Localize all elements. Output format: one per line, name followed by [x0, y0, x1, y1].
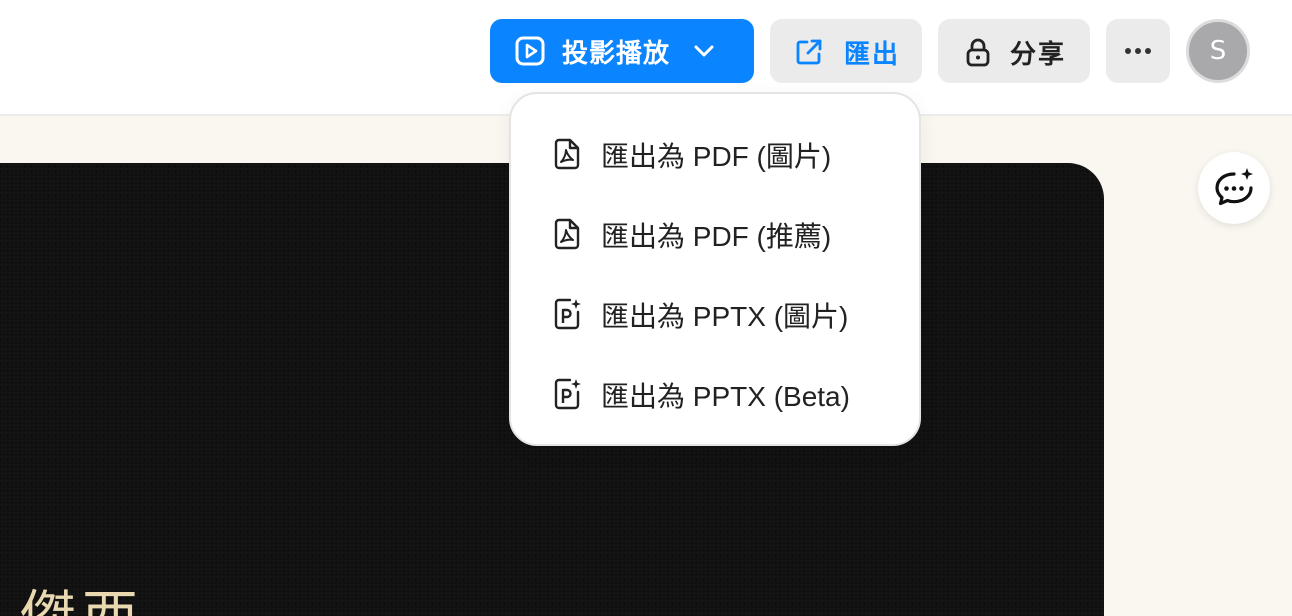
share-button[interactable]: 分享: [938, 19, 1090, 83]
menu-item-export-pptx-image[interactable]: 匯出為 PPTX (圖片): [511, 281, 919, 343]
pptx-file-icon: [554, 378, 581, 410]
chevron-down-icon[interactable]: [692, 39, 716, 63]
slide-title-text: 傑西: [20, 590, 144, 616]
lock-icon: [966, 38, 990, 67]
export-button-label: 匯出: [844, 40, 901, 70]
menu-item-label: 匯出為 PDF (推薦): [601, 221, 832, 252]
ai-chat-button[interactable]: [1198, 152, 1270, 224]
export-dropdown-menu: 匯出為 PDF (圖片) 匯出為 PDF (推薦) 匯出為 PPTX (圖片): [509, 92, 921, 446]
play-icon: [515, 36, 545, 66]
ai-chat-icon: [1215, 168, 1253, 206]
menu-item-label: 匯出為 PPTX (Beta): [601, 381, 850, 412]
share-button-label: 分享: [1010, 40, 1067, 70]
more-horizontal-icon: [1125, 48, 1151, 54]
external-link-icon: [796, 39, 822, 65]
menu-item-label: 匯出為 PDF (圖片): [601, 141, 832, 172]
avatar-initial: S: [1209, 36, 1227, 66]
present-button-label: 投影播放: [562, 39, 671, 69]
pdf-file-icon: [554, 138, 580, 170]
menu-item-export-pdf-recommended[interactable]: 匯出為 PDF (推薦): [511, 201, 919, 263]
export-button[interactable]: 匯出: [770, 19, 922, 83]
menu-item-export-pptx-beta[interactable]: 匯出為 PPTX (Beta): [511, 361, 919, 423]
menu-item-export-pdf-image[interactable]: 匯出為 PDF (圖片): [511, 121, 919, 183]
user-avatar[interactable]: S: [1186, 19, 1250, 83]
pdf-file-icon: [554, 218, 580, 250]
app-page: 投影播放 匯出 分享 S 匯出為 PDF (圖片) 匯出為 PDF (推薦) 匯…: [0, 0, 1292, 616]
pptx-file-icon: [554, 298, 581, 330]
more-options-button[interactable]: [1106, 19, 1170, 83]
present-button[interactable]: 投影播放: [490, 19, 754, 83]
menu-item-label: 匯出為 PPTX (圖片): [601, 301, 849, 332]
